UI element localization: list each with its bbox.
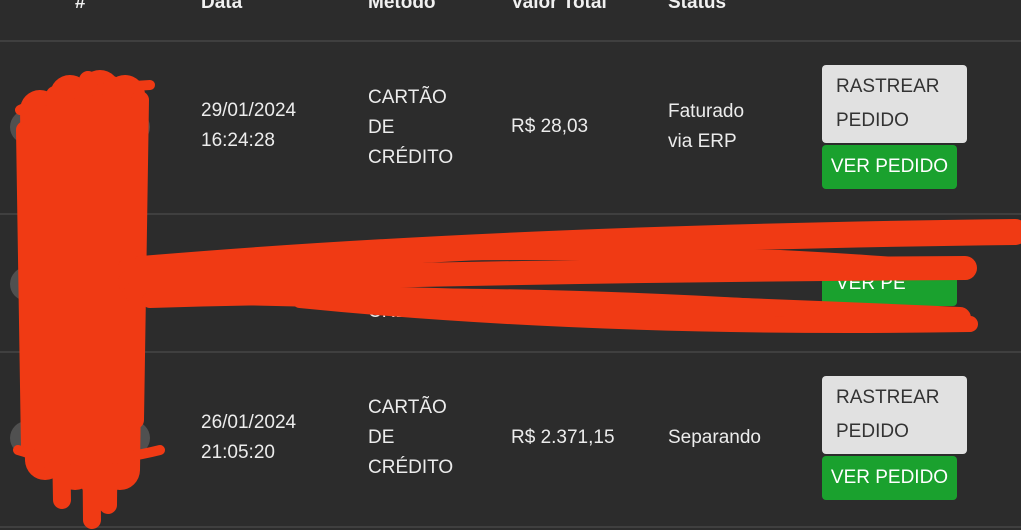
button-label: PEDIDO <box>836 421 909 442</box>
time-text: 21:05:20 <box>201 442 275 463</box>
avatar <box>10 110 150 144</box>
track-order-button[interactable]: RASTREAR PEDIDO <box>822 65 967 143</box>
table-header: # Data Método Valor Total Status <box>0 0 1021 42</box>
time-text: 16:24:28 <box>201 130 275 151</box>
order-total: R$ 2.371,15 <box>511 427 615 448</box>
table-row: 29/01/2024 16:24:28 CARTÃO DE CRÉDITO R$… <box>0 42 1021 214</box>
date-text: 29/01/2024 <box>201 100 297 121</box>
method-line: CARTÃO <box>368 87 447 108</box>
method-line: CRÉDITO <box>368 147 454 168</box>
payment-method: CARTÃO DE CRÉDITO <box>368 393 488 483</box>
button-label: RASTREAR <box>836 387 940 408</box>
method-line: DE <box>368 117 395 138</box>
time-text: :32 <box>261 288 288 309</box>
track-order-button[interactable]: RASTREAR PEDIDO <box>822 376 967 454</box>
order-status: Separando <box>668 427 761 448</box>
avatar <box>10 267 150 301</box>
header-total: Valor Total <box>511 0 607 13</box>
order-total: R$ 28,03 <box>511 116 589 137</box>
avatar <box>10 421 150 455</box>
order-date: 29/01/2024 16:24:28 <box>201 96 341 156</box>
status-line: via ERP <box>668 131 737 152</box>
header-index: # <box>75 0 86 13</box>
button-label: PEDIDO <box>836 110 909 131</box>
button-label: RASTREAR <box>836 76 940 97</box>
method-line: DE <box>368 427 395 448</box>
divider <box>0 526 1021 528</box>
payment-method: CARTÃO DE CRÉDITO <box>368 83 488 173</box>
view-order-button[interactable]: VER PE <box>822 262 957 306</box>
method-line: CRÉDITO <box>368 457 454 478</box>
header-status: Status <box>668 0 727 13</box>
method-line: CARTÃO <box>368 397 447 418</box>
header-method: Método <box>368 0 436 13</box>
status-line: Faturado <box>668 101 745 122</box>
date-text: /2024 <box>246 257 294 278</box>
date-text: 26/01/2024 <box>201 412 297 433</box>
order-date: 26/01/2024 21:05:20 <box>201 408 341 468</box>
table-row: 26/01/2024 21:05:20 CARTÃO DE CRÉDITO R$… <box>0 353 1021 530</box>
order-status: Faturado via ERP <box>668 97 788 157</box>
table-row: /2024 :32 CRÉDITO VER PE <box>0 215 1021 351</box>
payment-method: CRÉDITO <box>368 301 454 322</box>
view-order-button[interactable]: VER PEDIDO <box>822 145 957 189</box>
view-order-button[interactable]: VER PEDIDO <box>822 456 957 500</box>
header-date: Data <box>201 0 243 13</box>
